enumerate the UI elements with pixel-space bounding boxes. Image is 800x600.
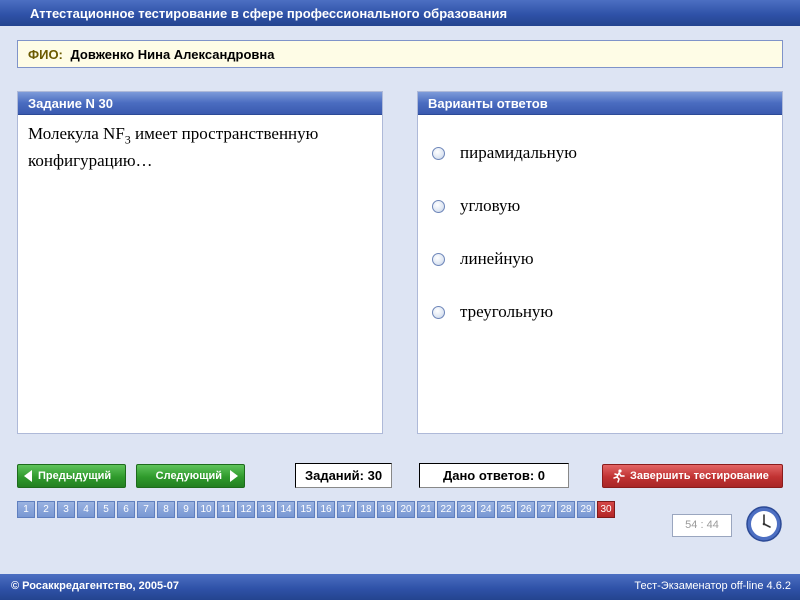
page-button-6[interactable]: 6 — [117, 501, 135, 518]
page-button-18[interactable]: 18 — [357, 501, 375, 518]
timer-display: 54 : 44 — [672, 514, 732, 537]
answer-option-2[interactable]: угловую — [432, 194, 520, 218]
answer-option-label: треугольную — [460, 302, 554, 321]
radio-icon[interactable] — [432, 199, 445, 213]
page-button-21[interactable]: 21 — [417, 501, 435, 518]
page-button-19[interactable]: 19 — [377, 501, 395, 518]
fio-name: Довженко Нина Александровна — [70, 47, 275, 62]
copyright-text: © Росаккредагентство, 2005-07 — [11, 580, 180, 592]
arrow-right-icon — [230, 470, 238, 482]
status-bar: © Росаккредагентство, 2005-07 Тест-Экзам… — [0, 574, 800, 600]
answer-option-label: пирамидальную — [460, 143, 577, 162]
page-button-13[interactable]: 13 — [257, 501, 275, 518]
page-button-2[interactable]: 2 — [37, 501, 55, 518]
page-button-1[interactable]: 1 — [17, 501, 35, 518]
page-button-8[interactable]: 8 — [157, 501, 175, 518]
question-header: Задание N 30 — [18, 92, 382, 115]
page-button-7[interactable]: 7 — [137, 501, 155, 518]
finish-test-button[interactable]: Завершить тестирование — [602, 464, 783, 488]
arrow-left-icon — [24, 470, 32, 482]
page-button-24[interactable]: 24 — [477, 501, 495, 518]
page-button-30[interactable]: 30 — [597, 501, 615, 518]
page-button-5[interactable]: 5 — [97, 501, 115, 518]
question-pagination: 1 2 3 4 5 6 7 8 9 10 11 12 13 14 15 16 17 18 19 20 21 22 23 24 2… — [17, 501, 617, 518]
radio-icon[interactable] — [432, 146, 445, 160]
question-text: Молекула NF3 имеет пространственную конф… — [18, 115, 382, 172]
page-button-20[interactable]: 20 — [397, 501, 415, 518]
page-button-29[interactable]: 29 — [577, 501, 595, 518]
previous-button-label: Предыдущий — [38, 470, 112, 482]
radio-icon[interactable] — [432, 305, 445, 319]
radio-icon[interactable] — [432, 252, 445, 266]
page-button-12[interactable]: 12 — [237, 501, 255, 518]
page-button-17[interactable]: 17 — [337, 501, 355, 518]
page-button-27[interactable]: 27 — [537, 501, 555, 518]
page-button-4[interactable]: 4 — [77, 501, 95, 518]
answer-option-3[interactable]: линейную — [432, 247, 534, 271]
page-button-22[interactable]: 22 — [437, 501, 455, 518]
app-title-bar: Аттестационное тестирование в сфере проф… — [0, 0, 800, 26]
question-panel: Задание N 30 Молекула NF3 имеет простран… — [17, 91, 383, 434]
finish-test-label: Завершить тестирование — [630, 470, 769, 482]
fio-box: ФИО: Довженко Нина Александровна — [17, 40, 783, 68]
page-button-28[interactable]: 28 — [557, 501, 575, 518]
next-button[interactable]: Следующий — [136, 464, 245, 488]
fio-label: ФИО: — [28, 47, 63, 62]
answer-option-label: угловую — [460, 196, 521, 215]
tasks-count: Заданий: 30 — [295, 463, 392, 488]
answers-panel: Варианты ответов пирамидальную угловую л… — [417, 91, 783, 434]
page-button-16[interactable]: 16 — [317, 501, 335, 518]
page-button-11[interactable]: 11 — [217, 501, 235, 518]
page-button-25[interactable]: 25 — [497, 501, 515, 518]
answer-option-label: линейную — [460, 249, 534, 268]
page-button-9[interactable]: 9 — [177, 501, 195, 518]
next-button-label: Следующий — [155, 470, 222, 482]
question-text-before: Молекула NF — [28, 124, 125, 143]
answered-count: Дано ответов: 0 — [419, 463, 569, 488]
page-button-10[interactable]: 10 — [197, 501, 215, 518]
page-button-15[interactable]: 15 — [297, 501, 315, 518]
answer-option-4[interactable]: треугольную — [432, 300, 553, 324]
page-button-26[interactable]: 26 — [517, 501, 535, 518]
page-button-14[interactable]: 14 — [277, 501, 295, 518]
runner-icon — [613, 469, 625, 483]
page-button-23[interactable]: 23 — [457, 501, 475, 518]
app-title: Аттестационное тестирование в сфере проф… — [30, 6, 508, 21]
answers-header: Варианты ответов — [418, 92, 782, 115]
version-text: Тест-Экзаменатор off-line 4.6.2 — [634, 580, 791, 592]
page-button-3[interactable]: 3 — [57, 501, 75, 518]
answer-option-1[interactable]: пирамидальную — [432, 141, 577, 165]
clock-icon — [746, 506, 782, 542]
previous-button[interactable]: Предыдущий — [17, 464, 126, 488]
